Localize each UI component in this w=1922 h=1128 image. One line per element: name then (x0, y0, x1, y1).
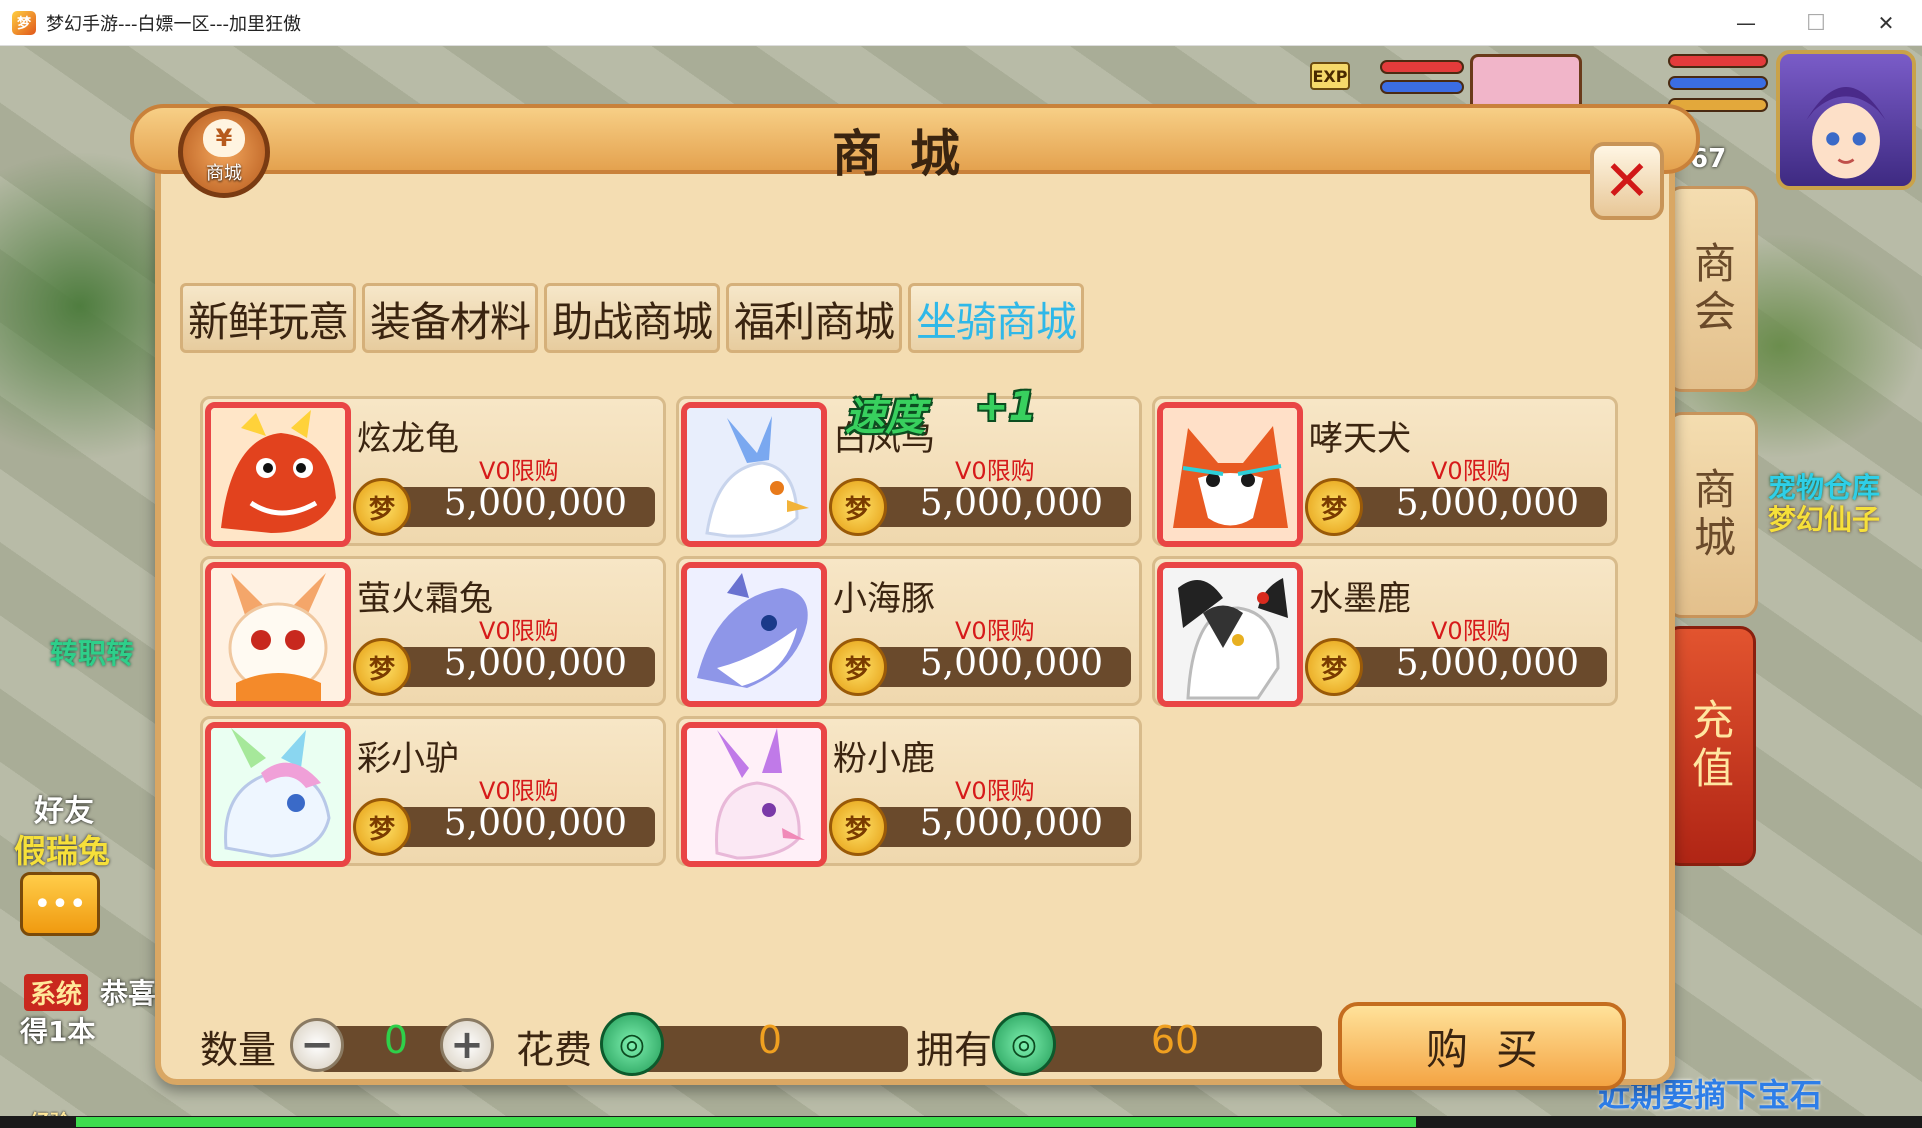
exp-badge: EXP (1310, 62, 1350, 90)
maximize-button[interactable]: ☐ (1782, 0, 1850, 46)
ink-deer-icon (1157, 562, 1303, 707)
minus-button[interactable]: − (290, 1018, 344, 1072)
shop-close-button[interactable]: ✕ (1590, 142, 1664, 220)
item-card[interactable]: 萤火霜兔 V0限购 梦 5,000,000 (200, 556, 666, 707)
tab-xinxian[interactable]: 新鲜玩意 (180, 283, 356, 353)
item-card[interactable]: 炫龙龟 V0限购 梦 5,000,000 (200, 396, 666, 547)
item-price: 5,000,000 (919, 643, 1103, 684)
own-value: 60 (1150, 1018, 1200, 1062)
speed-value: +1 (975, 384, 1037, 430)
player-mp-bar (1668, 76, 1768, 90)
item-price: 5,000,000 (919, 483, 1103, 524)
quantity-label: 数量 (200, 1028, 277, 1072)
tab-equipment[interactable]: 装备材料 (362, 283, 538, 353)
pet-mp-bar (1380, 80, 1464, 94)
item-limit: V0限购 (479, 457, 559, 485)
rainbow-donkey-icon (205, 722, 351, 867)
item-name: 小海豚 (833, 579, 935, 619)
transfer-text: 转职转 (50, 637, 135, 670)
shop-badge-label: 商城 (206, 163, 242, 184)
celestial-dog-icon (1157, 402, 1303, 547)
npc-name[interactable]: 梦幻仙子 (1768, 498, 1880, 538)
item-limit: V0限购 (955, 457, 1035, 485)
item-name: 哮天犬 (1309, 419, 1411, 459)
close-window-button[interactable]: ✕ (1852, 0, 1920, 46)
player-avatar[interactable] (1776, 50, 1916, 190)
minimize-button[interactable]: — (1712, 0, 1780, 46)
jade-coin-icon: ◎ (992, 1012, 1056, 1076)
item-name: 萤火霜兔 (357, 579, 493, 619)
cost-value: 0 (757, 1018, 783, 1062)
item-price: 5,000,000 (1395, 483, 1579, 524)
item-limit: V0限购 (1431, 617, 1511, 645)
item-name: 粉小鹿 (833, 739, 935, 779)
system-message-1: 恭喜 (100, 977, 157, 1010)
shop-badge: ¥ 商城 (178, 106, 270, 198)
tab-welfare[interactable]: 福利商城 (726, 283, 902, 353)
speed-label: 速度 (845, 394, 925, 440)
item-limit: V0限购 (479, 777, 559, 805)
shop-title: 商城 (832, 125, 988, 183)
side-tab-shop[interactable]: 商城 (1666, 412, 1758, 618)
pink-deer-icon (681, 722, 827, 867)
item-card[interactable]: 粉小鹿 V0限购 梦 5,000,000 (676, 716, 1142, 867)
window-title: 梦幻手游---白嫖一区---加里狂傲 (46, 13, 301, 35)
frost-rabbit-icon (205, 562, 351, 707)
player-hp-bar (1668, 54, 1768, 68)
shop-tabs: 新鲜玩意 装备材料 助战商城 福利商城 坐骑商城 (180, 283, 1084, 353)
item-card[interactable]: 小海豚 V0限购 梦 5,000,000 (676, 556, 1142, 707)
exp-bar-fill (76, 1117, 1416, 1127)
window-titlebar: 梦 梦幻手游---白嫖一区---加里狂傲 — ☐ ✕ (0, 0, 1922, 46)
pet-name-label: 假瑞兔 (14, 832, 111, 870)
side-tab-recharge[interactable]: 充值 (1664, 626, 1756, 866)
item-name: 炫龙龟 (357, 419, 459, 459)
game-viewport: EXP 67 商会 商城 充值 宠物仓库 梦幻仙子 转职转 好友 假瑞兔 •••… (0, 46, 1922, 1128)
item-grid: 炫龙龟 V0限购 梦 5,000,000 白凤鸟 V0限购 梦 5,000,00… (200, 396, 1624, 867)
item-limit: V0限购 (1431, 457, 1511, 485)
chat-icon[interactable]: ••• (20, 872, 100, 936)
item-price: 5,000,000 (443, 803, 627, 844)
tab-assist[interactable]: 助战商城 (544, 283, 720, 353)
item-card[interactable]: 水墨鹿 V0限购 梦 5,000,000 (1152, 556, 1618, 707)
item-limit: V0限购 (955, 617, 1035, 645)
side-tab-shanghui[interactable]: 商会 (1666, 186, 1758, 392)
item-card[interactable]: 彩小驴 V0限购 梦 5,000,000 (200, 716, 666, 867)
item-card[interactable]: 哮天犬 V0限购 梦 5,000,000 (1152, 396, 1618, 547)
jade-coin-icon: ◎ (600, 1012, 664, 1076)
system-tag: 系统 (24, 974, 89, 1011)
white-phoenix-icon (681, 402, 827, 547)
dolphin-icon (681, 562, 827, 707)
pet-hp-bar (1380, 60, 1464, 74)
plus-button[interactable]: + (440, 1018, 494, 1072)
own-label: 拥有 (916, 1028, 993, 1072)
friend-button[interactable]: 好友 (34, 786, 94, 830)
money-bag-icon: ¥ (203, 119, 245, 157)
cost-label: 花费 (516, 1028, 593, 1072)
tab-mount[interactable]: 坐骑商城 (908, 283, 1084, 353)
item-limit: V0限购 (955, 777, 1035, 805)
item-name: 彩小驴 (357, 739, 459, 779)
item-name: 水墨鹿 (1309, 579, 1411, 619)
item-price: 5,000,000 (1395, 643, 1579, 684)
item-price: 5,000,000 (443, 643, 627, 684)
dragon-turtle-icon (205, 402, 351, 547)
item-price: 5,000,000 (443, 483, 627, 524)
quantity-value[interactable]: 0 (346, 1018, 446, 1062)
buy-button[interactable]: 购买 (1338, 1002, 1626, 1090)
item-limit: V0限购 (479, 617, 559, 645)
item-price: 5,000,000 (919, 803, 1103, 844)
app-icon: 梦 (12, 10, 36, 35)
system-message-2: 得1本 (20, 1015, 96, 1048)
